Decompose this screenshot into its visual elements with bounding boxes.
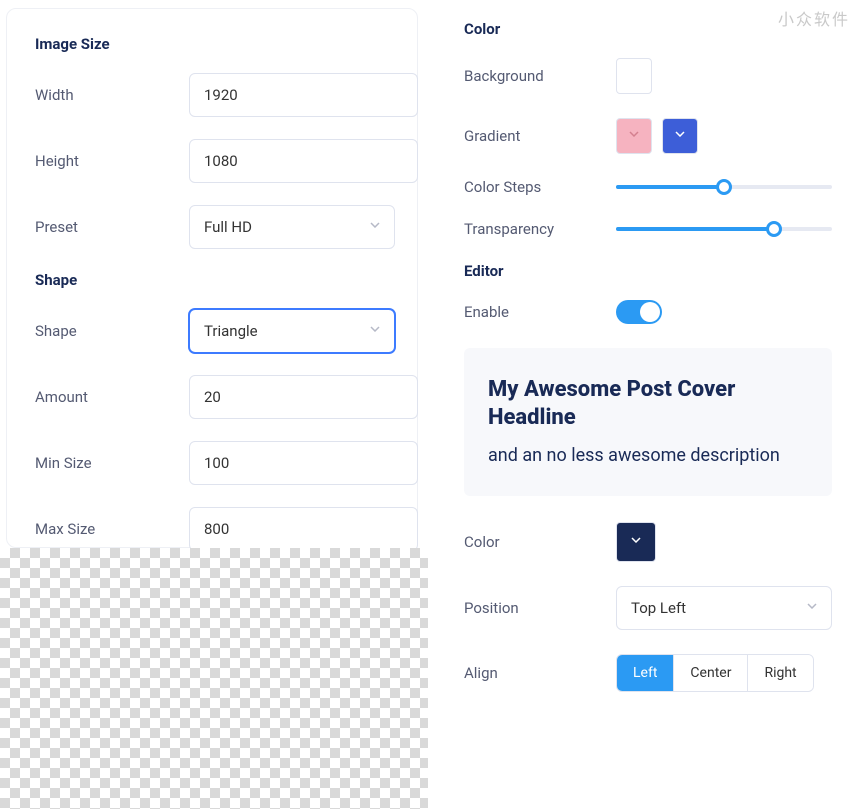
height-input[interactable] <box>189 139 418 183</box>
minsize-label: Min Size <box>35 454 189 472</box>
editor-color-swatch[interactable] <box>616 522 656 562</box>
gradient-label: Gradient <box>464 127 616 145</box>
shape-select[interactable]: Triangle <box>189 309 395 353</box>
amount-row: Amount <box>35 375 395 419</box>
enable-label: Enable <box>464 303 616 321</box>
position-value: Top Left <box>631 599 686 617</box>
height-row: Height <box>35 139 395 183</box>
align-right-button[interactable]: Right <box>747 655 812 691</box>
slider-handle[interactable] <box>716 179 732 195</box>
transparency-row: Transparency <box>464 220 832 238</box>
shape-row: Shape Triangle <box>35 309 395 353</box>
align-row: Align Left Center Right <box>464 654 832 692</box>
right-panel: 小众软件 Color Background Gradient Color Ste… <box>428 0 860 809</box>
preview-description[interactable]: and an no less awesome description <box>488 445 808 466</box>
background-swatch[interactable] <box>616 58 652 94</box>
enable-toggle[interactable] <box>616 300 662 324</box>
colorsteps-row: Color Steps <box>464 178 832 196</box>
canvas-preview[interactable] <box>0 548 428 809</box>
editor-color-row: Color <box>464 522 832 562</box>
align-left-button[interactable]: Left <box>617 655 673 691</box>
transparency-label: Transparency <box>464 220 616 238</box>
colorsteps-label: Color Steps <box>464 178 616 196</box>
transparency-slider[interactable] <box>616 227 832 231</box>
chevron-down-icon <box>370 222 380 232</box>
gradient-swatch-1[interactable] <box>616 118 652 154</box>
align-center-button[interactable]: Center <box>673 655 747 691</box>
image-size-heading: Image Size <box>35 35 395 53</box>
color-heading: Color <box>464 20 832 38</box>
chevron-down-icon <box>631 537 641 547</box>
minsize-input[interactable] <box>189 441 418 485</box>
slider-handle[interactable] <box>766 221 782 237</box>
left-panel: Image Size Width Height Preset Full HD S… <box>0 0 428 809</box>
width-input[interactable] <box>189 73 418 117</box>
align-label: Align <box>464 664 616 682</box>
position-label: Position <box>464 599 616 617</box>
preset-label: Preset <box>35 218 189 236</box>
editor-preview: My Awesome Post Cover Headline and an no… <box>464 348 832 496</box>
maxsize-label: Max Size <box>35 520 189 538</box>
colorsteps-slider[interactable] <box>616 185 832 189</box>
align-segmented: Left Center Right <box>616 654 814 692</box>
preview-title[interactable]: My Awesome Post Cover Headline <box>488 376 808 431</box>
gradient-swatches <box>616 118 698 154</box>
chevron-down-icon <box>807 603 817 613</box>
toggle-knob <box>640 302 660 322</box>
maxsize-row: Max Size <box>35 507 395 551</box>
chevron-down-icon <box>675 131 685 141</box>
background-row: Background <box>464 58 832 94</box>
shape-label: Shape <box>35 322 189 340</box>
chevron-down-icon <box>629 131 639 141</box>
amount-input[interactable] <box>189 375 418 419</box>
maxsize-input[interactable] <box>189 507 418 551</box>
gradient-swatch-2[interactable] <box>662 118 698 154</box>
slider-fill <box>616 227 774 231</box>
preset-select[interactable]: Full HD <box>189 205 395 249</box>
gradient-row: Gradient <box>464 118 832 154</box>
amount-label: Amount <box>35 388 189 406</box>
minsize-row: Min Size <box>35 441 395 485</box>
shape-value: Triangle <box>204 322 258 340</box>
position-row: Position Top Left <box>464 586 832 630</box>
editor-color-label: Color <box>464 533 616 551</box>
width-label: Width <box>35 86 189 104</box>
position-select[interactable]: Top Left <box>616 586 832 630</box>
slider-fill <box>616 185 724 189</box>
editor-heading: Editor <box>464 262 832 280</box>
preset-value: Full HD <box>204 218 252 236</box>
width-row: Width <box>35 73 395 117</box>
chevron-down-icon <box>370 326 380 336</box>
watermark-text: 小众软件 <box>778 6 850 30</box>
enable-row: Enable <box>464 300 832 324</box>
settings-card: Image Size Width Height Preset Full HD S… <box>6 8 418 548</box>
height-label: Height <box>35 152 189 170</box>
shape-heading: Shape <box>35 271 395 289</box>
preset-row: Preset Full HD <box>35 205 395 249</box>
background-label: Background <box>464 67 616 85</box>
